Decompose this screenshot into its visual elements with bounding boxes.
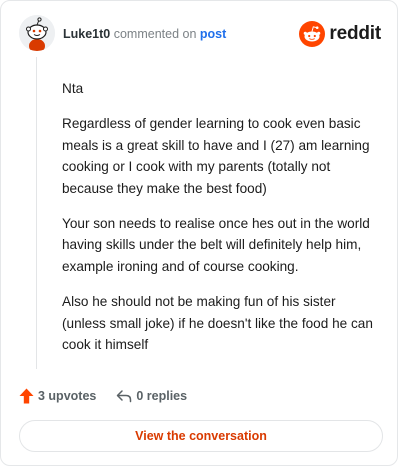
reddit-snoo-icon <box>299 21 326 47</box>
upvote-button[interactable]: 3 upvotes <box>19 388 96 404</box>
view-conversation-button[interactable]: View the conversation <box>19 420 383 452</box>
reply-arrow-icon <box>117 390 132 403</box>
reddit-wordmark: reddit <box>329 23 381 44</box>
username-link[interactable]: Luke1t0 <box>63 27 110 41</box>
user-avatar[interactable] <box>19 15 55 51</box>
comment-card: Luke1t0 commented on post reddit Nta Reg… <box>0 0 398 466</box>
upvotes-count: 3 upvotes <box>38 389 97 403</box>
snoo-avatar-icon <box>19 15 55 51</box>
comment-body: Nta Regardless of gender learning to coo… <box>62 78 380 369</box>
action-text: commented on <box>113 27 197 41</box>
replies-count: 0 replies <box>136 389 188 403</box>
reddit-logo[interactable]: reddit <box>299 21 381 47</box>
replies-button[interactable]: 0 replies <box>116 389 187 403</box>
upvote-arrow-icon <box>19 388 34 404</box>
comment-paragraph: Also he should not be making fun of his … <box>62 294 373 353</box>
comment-paragraph: Regardless of gender learning to cook ev… <box>62 116 370 196</box>
comment-header: Luke1t0 commented on post reddit <box>19 15 381 55</box>
post-link[interactable]: post <box>200 27 226 41</box>
comment-paragraph: Your son needs to realise once hes out i… <box>62 216 370 274</box>
thread-line <box>36 57 37 369</box>
comment-meta: Luke1t0 commented on post <box>63 27 226 41</box>
comment-paragraph: Nta <box>62 81 84 96</box>
comment-actions: 3 upvotes 0 replies <box>19 386 187 406</box>
